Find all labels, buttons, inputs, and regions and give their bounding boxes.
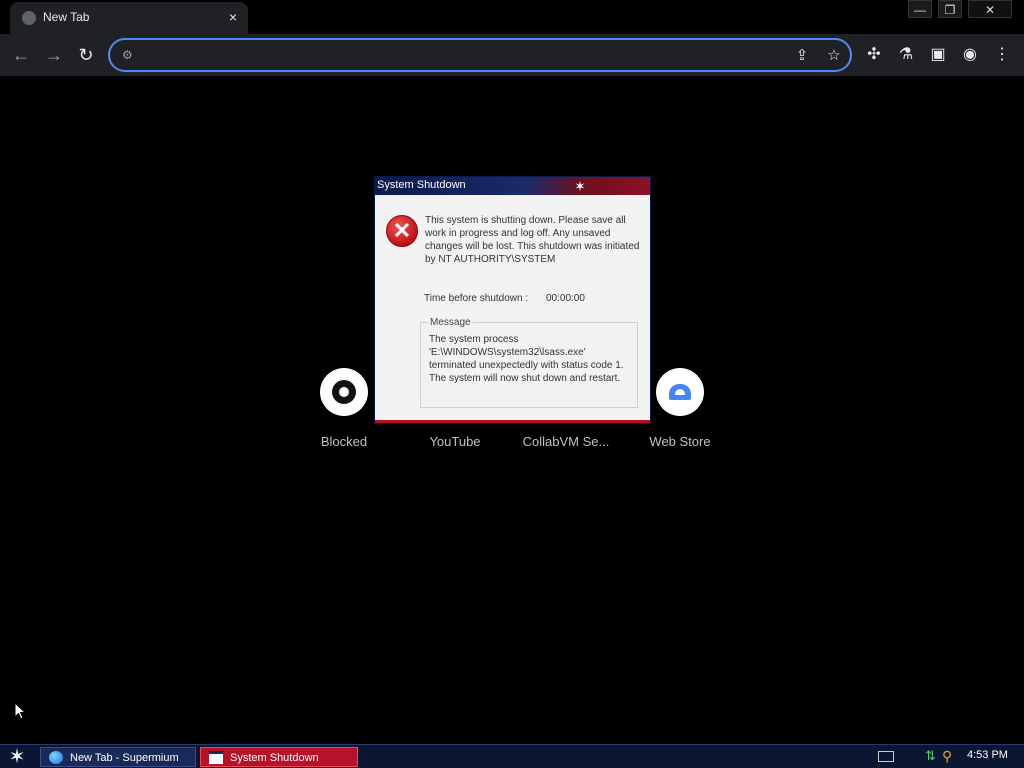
search-icon[interactable]: ⚲ bbox=[942, 748, 958, 764]
browser-toolbar: ← → ↻ ⚙ ⇪ ☆ ✣ ⚗ ▣ ◉ ⋮ bbox=[0, 34, 1024, 76]
taskbar-item-label: System Shutdown bbox=[230, 752, 319, 764]
window-controls: — ❐ ✕ bbox=[908, 0, 1012, 20]
dialog-message: This system is shutting down. Please sav… bbox=[425, 215, 640, 265]
shortcut-label: YouTube bbox=[429, 434, 481, 449]
system-shutdown-dialog: System Shutdown ✶ ✕ This system is shutt… bbox=[374, 176, 651, 424]
share-icon[interactable]: ⇪ bbox=[792, 46, 812, 66]
address-bar[interactable]: ⚙ ⇪ ☆ bbox=[108, 38, 852, 72]
time-before-shutdown-value: 00:00:00 bbox=[546, 293, 585, 304]
dialog-bottom-bar bbox=[375, 420, 650, 423]
profile-avatar-icon[interactable]: ◉ bbox=[959, 44, 981, 66]
globe-icon bbox=[22, 11, 36, 25]
network-icon[interactable]: ⇅ bbox=[925, 748, 939, 764]
window-app-icon bbox=[209, 751, 223, 764]
reload-button[interactable]: ↻ bbox=[75, 44, 97, 66]
minimize-button[interactable]: — bbox=[908, 0, 932, 18]
forward-button[interactable]: → bbox=[43, 44, 65, 66]
keyboard-icon[interactable] bbox=[878, 751, 894, 762]
menu-kebab-icon[interactable]: ⋮ bbox=[991, 44, 1013, 66]
taskbar: ✶ New Tab - Supermium System Shutdown ⇅ … bbox=[0, 744, 1024, 768]
tab-close-icon[interactable]: × bbox=[224, 8, 242, 26]
close-window-button[interactable]: ✕ bbox=[968, 0, 1012, 18]
message-group-text: The system process 'E:\WINDOWS\system32\… bbox=[429, 334, 624, 384]
labs-flask-icon[interactable]: ⚗ bbox=[895, 44, 917, 66]
taskbar-item-browser[interactable]: New Tab - Supermium bbox=[40, 747, 196, 767]
message-group-label: Message bbox=[428, 317, 473, 328]
message-group: Message The system process 'E:\WINDOWS\s… bbox=[420, 317, 638, 408]
taskbar-item-label: New Tab - Supermium bbox=[70, 752, 179, 764]
dialog-title-bar[interactable]: System Shutdown ✶ bbox=[375, 177, 650, 195]
restore-button[interactable]: ❐ bbox=[938, 0, 962, 18]
web-store-icon bbox=[656, 368, 704, 416]
side-panel-icon[interactable]: ▣ bbox=[927, 44, 949, 66]
dialog-title: System Shutdown bbox=[377, 179, 466, 191]
back-button[interactable]: ← bbox=[10, 44, 32, 66]
site-info-icon[interactable]: ⚙ bbox=[122, 48, 136, 62]
shortcut-label: Blocked bbox=[320, 434, 368, 449]
tab-strip: New Tab × — ❐ ✕ bbox=[0, 0, 1024, 34]
start-button-star-icon[interactable]: ✶ bbox=[6, 746, 28, 768]
extensions-icon[interactable]: ✣ bbox=[863, 44, 885, 66]
address-input[interactable] bbox=[142, 45, 742, 65]
browser-app-icon bbox=[49, 751, 63, 764]
shortcut-label: Web Store bbox=[649, 434, 711, 449]
taskbar-item-shutdown[interactable]: System Shutdown bbox=[200, 747, 358, 767]
time-before-shutdown-label: Time before shutdown : bbox=[424, 293, 529, 304]
error-icon: ✕ bbox=[386, 215, 418, 247]
bookmark-star-icon[interactable]: ☆ bbox=[824, 46, 844, 66]
clock[interactable]: 4:53 PM bbox=[967, 749, 1008, 761]
star-logo-icon: ✶ bbox=[574, 178, 586, 194]
shortcut-label: CollabVM Se... bbox=[522, 434, 610, 449]
github-icon bbox=[320, 368, 368, 416]
tab-new-tab[interactable]: New Tab × bbox=[10, 2, 248, 34]
tab-title: New Tab bbox=[43, 10, 90, 24]
